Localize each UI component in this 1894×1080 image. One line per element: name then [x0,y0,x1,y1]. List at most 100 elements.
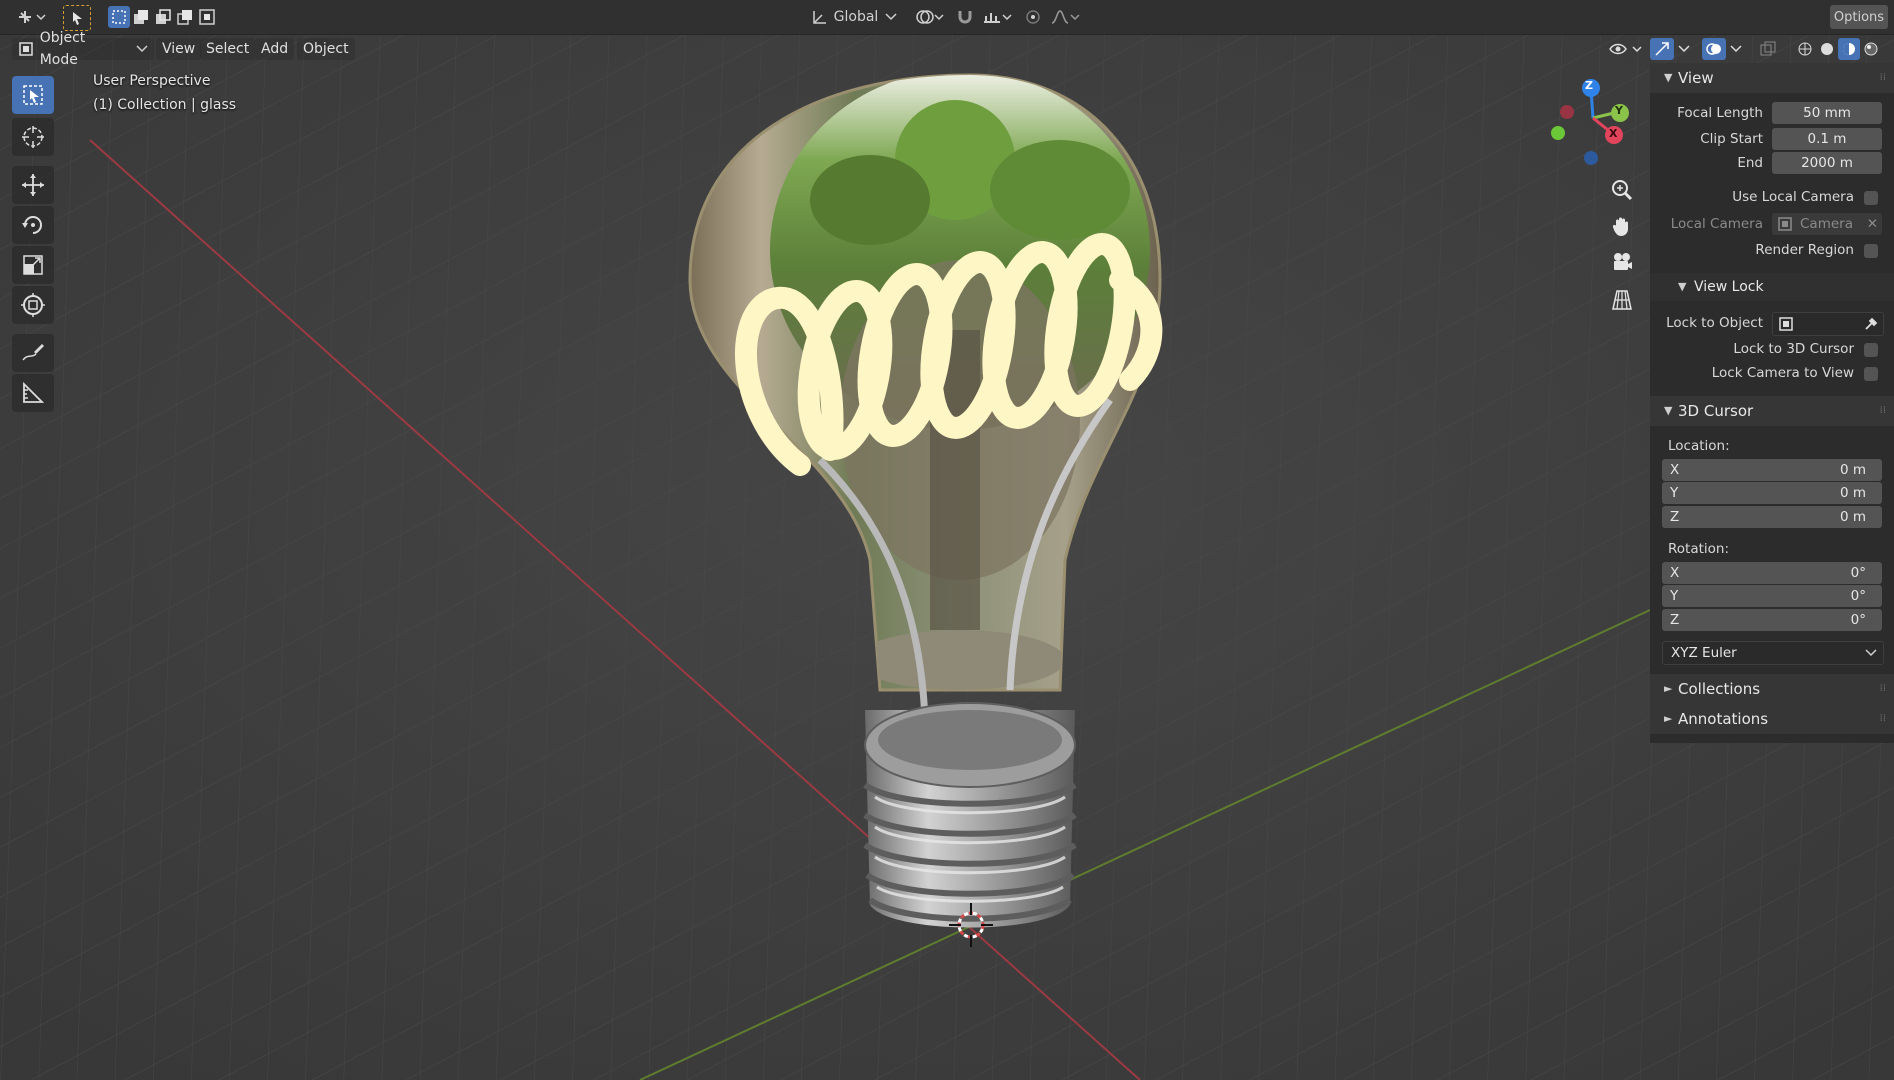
gizmo-dropdown[interactable] [1676,38,1692,60]
lock-to-3d-cursor-label: Lock to 3D Cursor [1733,341,1854,357]
axis-z-label: Z [1670,612,1680,628]
drag-grip-icon[interactable]: ⁞⁞ [1880,63,1886,93]
select-intersect-icon[interactable] [196,6,218,28]
perspective-toggle-button[interactable] [1604,282,1640,318]
drag-grip-icon[interactable]: ⁞⁞ [1880,704,1886,734]
local-camera-field[interactable]: Camera ✕ [1772,213,1882,235]
expand-triangle-icon: ► [1664,682,1673,695]
rotation-z-field[interactable]: Z 0° [1662,609,1882,631]
orientation-label: Global [833,9,879,25]
view-panel-title: View [1678,69,1714,87]
rendered-shading-icon[interactable] [1860,38,1882,60]
render-region-checkbox[interactable] [1864,244,1878,258]
snap-toggle[interactable] [952,5,978,29]
menu-object[interactable]: Object [297,38,355,60]
location-y-field[interactable]: Y 0 m [1662,482,1882,504]
tool-move[interactable] [12,166,54,204]
select-invert-icon[interactable] [174,6,196,28]
pan-button[interactable] [1604,208,1640,244]
rotation-mode-value: XYZ Euler [1671,645,1737,661]
tool-transform[interactable] [12,286,54,324]
collections-panel-header[interactable]: ► Collections ⁞⁞ [1650,674,1894,704]
rotation-y-field[interactable]: Y 0° [1662,585,1882,607]
drag-grip-icon[interactable]: ⁞⁞ [1880,674,1886,704]
lock-to-3d-cursor-checkbox[interactable] [1864,343,1878,357]
cursor-arrow-icon [73,12,82,25]
xray-toggle[interactable] [1756,38,1780,60]
wireframe-shading-icon[interactable] [1794,38,1816,60]
view-panel-header[interactable]: ▼ View ⁞⁞ [1650,63,1894,93]
falloff-dropdown[interactable] [1048,5,1082,29]
annotations-panel-header[interactable]: ► Annotations ⁞⁞ [1650,704,1894,734]
gizmo-x-label[interactable]: X [1609,127,1617,140]
render-region-label: Render Region [1755,242,1854,258]
select-subtract-icon[interactable] [152,6,174,28]
location-z-field[interactable]: Z 0 m [1662,506,1882,528]
location-y-value: 0 m [1839,485,1866,501]
shading-mode-group [1788,38,1888,60]
proportional-edit-toggle[interactable] [1022,5,1044,29]
3d-cursor-panel-header[interactable]: ▼ 3D Cursor ⁞⁞ [1650,396,1894,426]
annotations-panel-title: Annotations [1678,710,1769,728]
material-shading-icon[interactable] [1838,38,1860,60]
lock-to-object-field[interactable] [1772,312,1884,336]
measure-ruler-icon [23,381,45,403]
select-extend-icon[interactable] [130,6,152,28]
menu-select[interactable]: Select [200,38,256,60]
location-x-field[interactable]: X 0 m [1662,459,1882,481]
solid-shading-icon[interactable] [1816,38,1838,60]
camera-view-button[interactable] [1604,244,1640,280]
hand-icon [1612,217,1628,236]
collection-info-label: (1) Collection | glass [93,97,237,113]
clear-x-icon[interactable]: ✕ [1867,213,1878,235]
focal-length-field[interactable]: 50 mm [1772,102,1882,124]
snap-element-dropdown[interactable] [980,5,1014,29]
rotation-label: Rotation: [1668,541,1730,557]
chevron-down-icon [136,45,148,53]
clip-end-field[interactable]: 2000 m [1772,152,1882,174]
3d-viewport[interactable] [0,0,1894,1080]
tool-cursor[interactable] [12,118,54,156]
camera-object-icon [1778,217,1792,231]
tool-rotate[interactable] [12,206,54,244]
object-square-icon [1779,317,1793,331]
pivot-point-dropdown[interactable] [912,5,946,29]
collections-panel-title: Collections [1678,680,1761,698]
menu-view[interactable]: View [156,38,202,60]
gizmo-toggle[interactable] [1650,38,1674,60]
use-local-camera-label: Use Local Camera [1732,189,1854,205]
clip-start-field[interactable]: 0.1 m [1772,128,1882,150]
tool-scale[interactable] [12,246,54,284]
object-mode-dropdown[interactable]: Object Mode [12,30,154,68]
overlays-toggle[interactable] [1702,38,1726,60]
menu-add[interactable]: Add [255,38,295,60]
select-new-icon[interactable] [108,6,130,28]
lock-to-object-label: Lock to Object [1666,315,1763,331]
transform-orientation-dropdown[interactable]: Global [808,5,900,29]
chevron-down-icon [1730,45,1742,53]
editor-type-button[interactable] [14,5,48,29]
chevron-down-icon [885,13,897,21]
eyedropper-icon [1865,317,1878,330]
rotation-x-field[interactable]: X 0° [1662,562,1882,584]
tool-annotate[interactable] [12,334,54,372]
options-dropdown[interactable]: Options [1830,5,1888,29]
visibility-dropdown[interactable] [1606,38,1646,60]
gizmo-y-label[interactable]: Y [1615,104,1623,117]
drag-grip-icon[interactable]: ⁞⁞ [1880,396,1886,426]
gizmo-arrows-icon [1655,42,1669,56]
zoom-button[interactable] [1604,172,1640,208]
rotation-mode-dropdown[interactable]: XYZ Euler [1662,641,1884,665]
gizmo-z-label[interactable]: Z [1585,79,1593,92]
overlays-dropdown[interactable] [1728,38,1744,60]
magnifier-icon [1612,180,1633,201]
tool-measure[interactable] [12,374,54,412]
lock-camera-to-view-checkbox[interactable] [1864,367,1878,381]
3d-cursor-panel-title: 3D Cursor [1678,402,1754,420]
rotation-x-value: 0° [1850,565,1866,581]
view-lock-header[interactable]: ▼ View Lock [1650,273,1894,301]
xray-icon [1760,41,1776,56]
tool-select-box[interactable] [12,76,54,114]
use-local-camera-checkbox[interactable] [1864,191,1878,205]
view-lock-title: View Lock [1694,279,1764,295]
